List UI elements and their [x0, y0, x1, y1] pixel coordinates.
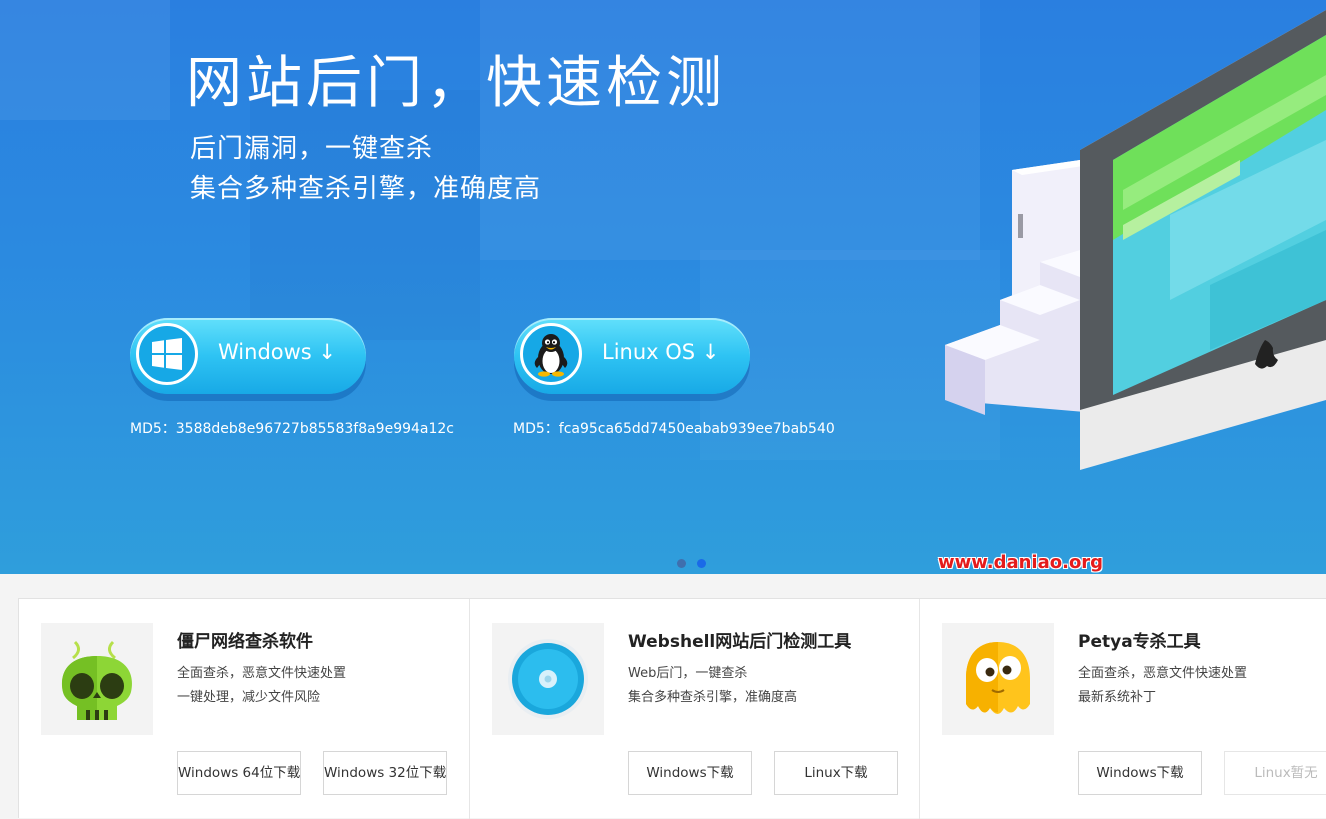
carousel-indicators	[677, 553, 717, 572]
hero-subtitle-line2: 集合多种查杀引擎，准确度高	[190, 174, 542, 204]
linux-button-label: Linux OS ↓	[602, 340, 720, 364]
windows-download-button[interactable]: Windows下载	[1078, 751, 1202, 795]
product-desc: 一键处理，减少文件风险	[177, 690, 321, 705]
linux-md5: MD5：fca95ca65dd7450eabab939ee7bab540	[513, 421, 835, 437]
product-card: Webshell网站后门检测工具 Web后门，一键查杀 集合多种查杀引擎，准确度…	[469, 599, 920, 819]
blue-disc-icon	[492, 623, 604, 735]
product-title: Webshell网站后门检测工具	[628, 632, 852, 652]
windows-download-button[interactable]: Windows下载	[628, 751, 752, 795]
product-title: Petya专杀工具	[1078, 632, 1201, 652]
product-desc: 集合多种查杀引擎，准确度高	[628, 690, 798, 705]
product-desc: 最新系统补丁	[1078, 690, 1157, 705]
carousel-dot-active[interactable]	[697, 559, 706, 568]
linux-download-button[interactable]: Linux下载	[774, 751, 898, 795]
windows-64-download-button[interactable]: Windows 64位下载	[177, 751, 301, 795]
green-skull-icon	[41, 623, 153, 735]
windows-md5: MD5：3588deb8e96727b85583f8a9e994a12c	[130, 421, 455, 437]
product-card: 僵尸网络查杀软件 全面查杀，恶意文件快速处置 一键处理，减少文件风险 Windo…	[19, 599, 469, 819]
product-list: 僵尸网络查杀软件 全面查杀，恶意文件快速处置 一键处理，减少文件风险 Windo…	[18, 598, 1326, 819]
linux-download-button[interactable]: Linux OS ↓	[514, 318, 750, 394]
windows-logo-icon	[136, 323, 198, 385]
product-desc: 全面查杀，恶意文件快速处置	[1078, 666, 1248, 681]
carousel-dot[interactable]	[677, 559, 686, 568]
product-card: Petya专杀工具 全面查杀，恶意文件快速处置 最新系统补丁 Windows下载…	[919, 599, 1326, 819]
product-title: 僵尸网络查杀软件	[177, 632, 313, 652]
penguin-icon	[520, 323, 582, 385]
product-desc: 全面查杀，恶意文件快速处置	[177, 666, 347, 681]
hero-subtitle-line1: 后门漏洞，一键查杀	[190, 134, 434, 164]
product-desc: Web后门，一键查杀	[628, 666, 748, 681]
linux-unavailable-button: Linux暂无	[1224, 751, 1326, 795]
monitor-illustration	[945, 10, 1326, 470]
windows-button-label: Windows ↓	[218, 340, 337, 364]
windows-32-download-button[interactable]: Windows 32位下载	[323, 751, 447, 795]
hero-banner: 网站后门，快速检测 后门漏洞，一键查杀 集合多种查杀引擎，准确度高 Window…	[0, 0, 1326, 574]
hero-title: 网站后门，快速检测	[186, 51, 726, 116]
yellow-ghost-icon	[942, 623, 1054, 735]
background-shape	[0, 0, 170, 120]
watermark: www.daniao.org	[938, 552, 1104, 573]
windows-download-button[interactable]: Windows ↓	[130, 318, 366, 394]
